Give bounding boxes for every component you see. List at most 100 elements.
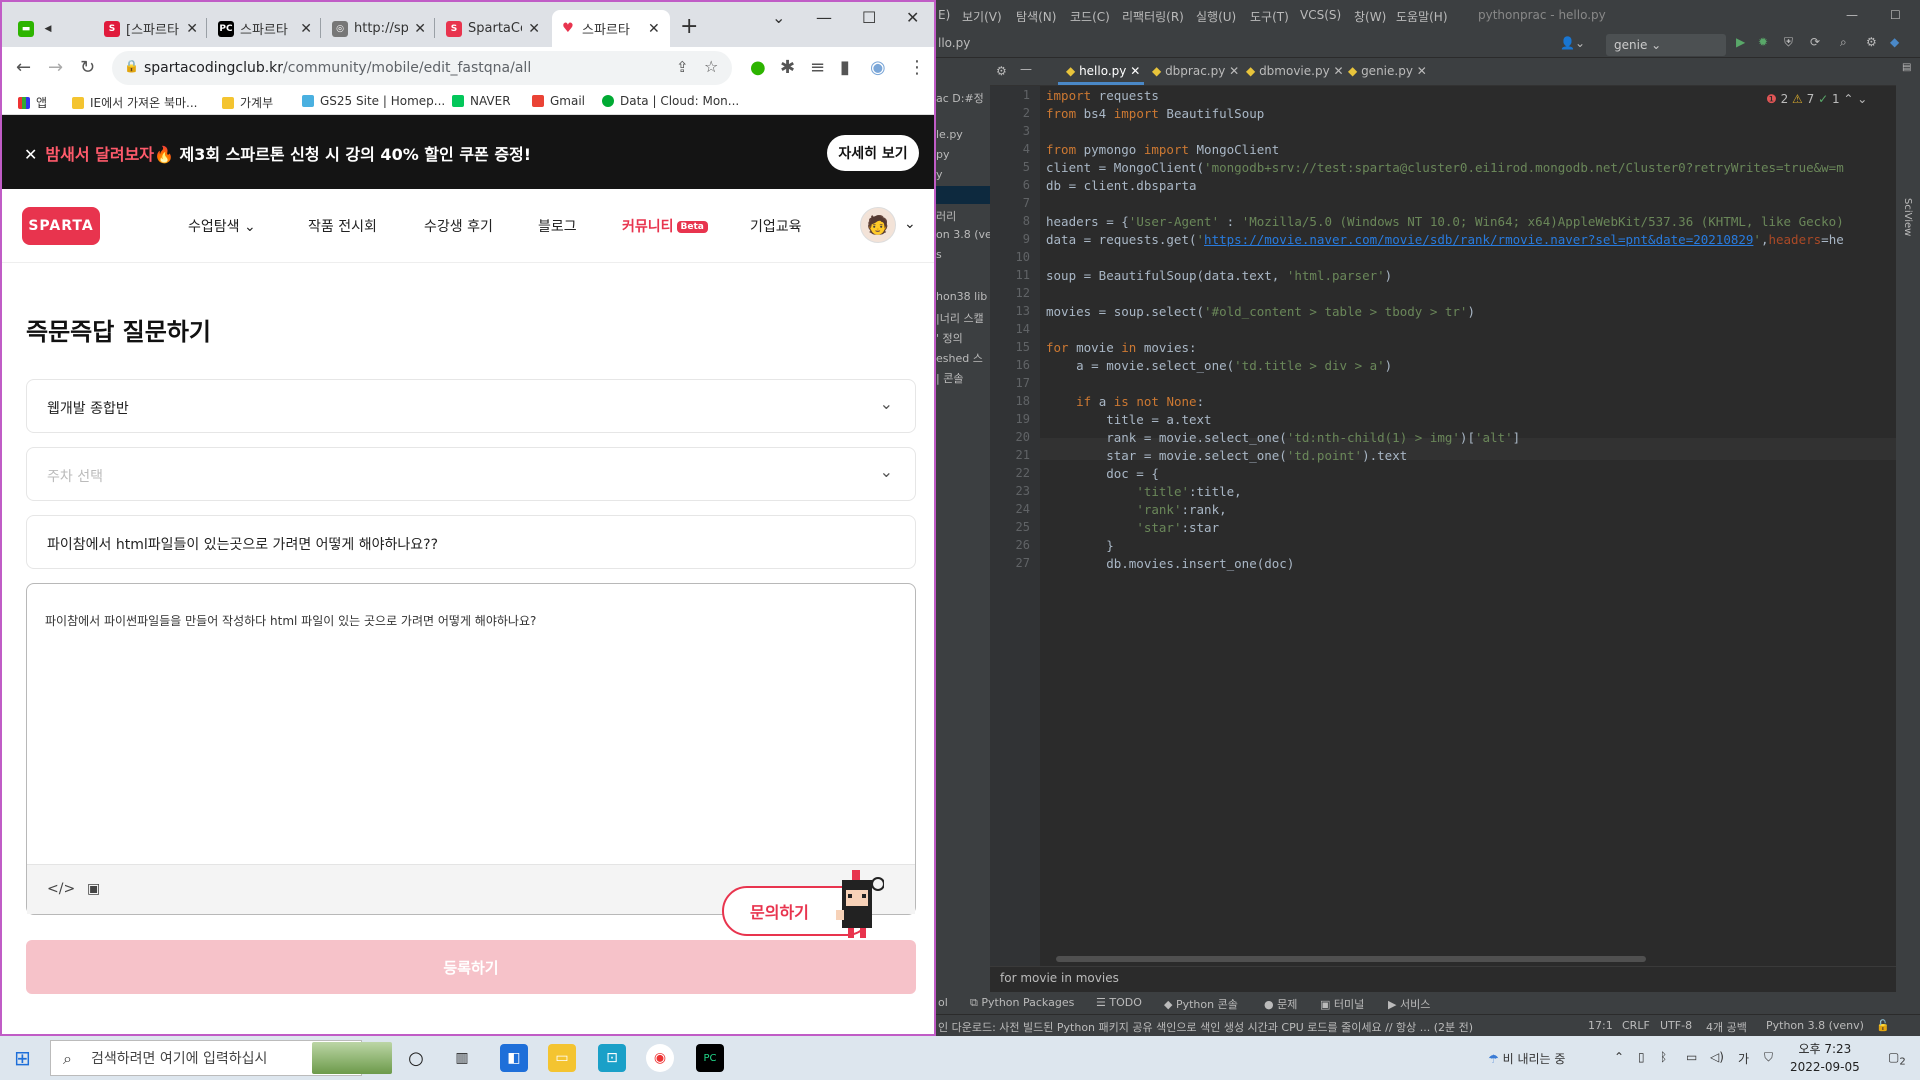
side-panel-icon[interactable]: ▮ bbox=[840, 57, 850, 78]
maximize-icon[interactable]: ☐ bbox=[862, 8, 876, 27]
menu-code[interactable]: 코드(C) bbox=[1070, 8, 1110, 25]
tab-1[interactable]: S [스파르타 ✕ bbox=[96, 10, 206, 47]
tab-3[interactable]: ◎ http://sp ✕ bbox=[324, 10, 434, 47]
run-config-select[interactable]: genie ⌄ bbox=[1606, 34, 1726, 56]
gear-icon[interactable]: ⚙ bbox=[996, 64, 1007, 78]
project-item[interactable]: 러리 bbox=[936, 208, 956, 224]
project-item[interactable]: | 콘솔 bbox=[936, 370, 963, 386]
reload-icon[interactable]: ↻ bbox=[80, 57, 95, 78]
nav-blog[interactable]: 블로그 bbox=[538, 216, 577, 236]
horizontal-scrollbar[interactable] bbox=[1056, 956, 1646, 962]
volume-icon[interactable]: ◁) bbox=[1710, 1050, 1724, 1064]
menu-prev[interactable]: E) bbox=[938, 8, 950, 22]
network-icon[interactable]: ▭ bbox=[1686, 1050, 1697, 1064]
project-item[interactable]: ac D:#정 bbox=[936, 90, 984, 106]
debug-icon[interactable]: ✹ bbox=[1758, 35, 1768, 49]
evernote-extension-icon[interactable]: ● bbox=[750, 57, 766, 78]
tab-dbmovie-py[interactable]: ◆ dbmovie.py ✕ bbox=[1246, 64, 1344, 78]
code-line[interactable]: } bbox=[1046, 538, 1114, 553]
notification-center[interactable]: ▢2 bbox=[1888, 1050, 1906, 1067]
close-banner-icon[interactable]: ✕ bbox=[24, 145, 37, 164]
code-line[interactable]: doc = { bbox=[1046, 466, 1159, 481]
menu-run[interactable]: 실행(U) bbox=[1196, 8, 1236, 25]
code-line[interactable]: from bs4 import BeautifulSoup bbox=[1046, 106, 1264, 121]
bookmark-ie[interactable]: IE에서 가져온 북마... bbox=[72, 94, 197, 111]
close-icon[interactable]: ✕ bbox=[414, 21, 426, 37]
extensions-puzzle-icon[interactable]: ✱ bbox=[780, 57, 795, 78]
chrome-icon[interactable]: ◉ bbox=[646, 1044, 674, 1072]
code-line[interactable]: rank = movie.select_one('td:nth-child(1)… bbox=[1046, 430, 1520, 445]
reading-list-icon[interactable]: ≡ bbox=[810, 57, 825, 78]
menu-view[interactable]: 보기(V) bbox=[962, 8, 1002, 25]
store-icon[interactable]: ◧ bbox=[500, 1044, 528, 1072]
ime-indicator[interactable]: 가 bbox=[1738, 1050, 1749, 1067]
indent-setting[interactable]: 4개 공백 bbox=[1706, 1019, 1747, 1035]
notifications-icon[interactable]: ▤ bbox=[1902, 62, 1911, 73]
menu-tools[interactable]: 도구(T) bbox=[1250, 8, 1289, 25]
profile-icon[interactable]: ⟳ bbox=[1810, 35, 1820, 49]
nav-reviews[interactable]: 수강생 후기 bbox=[424, 216, 493, 236]
sparta-logo[interactable]: SPARTA bbox=[22, 207, 100, 245]
file-encoding[interactable]: UTF-8 bbox=[1660, 1019, 1692, 1032]
code-line[interactable]: soup = BeautifulSoup(data.text, 'html.pa… bbox=[1046, 268, 1392, 283]
collapse-icon[interactable]: — bbox=[1020, 62, 1032, 76]
project-item[interactable]: |너리 스캘 bbox=[936, 310, 984, 326]
profile-avatar-icon[interactable]: ◉ bbox=[870, 57, 886, 78]
user-icon[interactable]: 👤⌄ bbox=[1560, 36, 1585, 50]
code-line[interactable]: star = movie.select_one('td.point').text bbox=[1046, 448, 1407, 463]
tool-todo[interactable]: ☰ TODO bbox=[1096, 996, 1142, 1009]
project-item[interactable]: ' 정의 bbox=[936, 330, 963, 346]
code-line[interactable]: client = MongoClient('mongodb+srv://test… bbox=[1046, 160, 1844, 175]
project-item[interactable]: le.py bbox=[936, 128, 963, 141]
menu-kebab-icon[interactable]: ⋮ bbox=[908, 57, 926, 78]
project-item[interactable]: hon38 lib bbox=[936, 290, 987, 303]
windows-start-icon[interactable]: ⊞ bbox=[14, 1046, 31, 1070]
task-view-icon[interactable]: ▥ bbox=[448, 1044, 476, 1072]
code-line[interactable]: 'star':star bbox=[1046, 520, 1219, 535]
gear-icon[interactable]: ⚙ bbox=[1866, 35, 1877, 49]
question-body-editor[interactable]: 파이참에서 파이썬파일들을 만들어 작성하다 html 파일이 있는 곳으로 가… bbox=[26, 583, 916, 915]
mascot-character-icon[interactable] bbox=[832, 870, 884, 938]
banner-detail-button[interactable]: 자세히 보기 bbox=[827, 135, 919, 171]
address-bar[interactable]: 🔒 spartacodingclub.kr/community/mobile/e… bbox=[112, 51, 732, 85]
code-line[interactable]: db.movies.insert_one(doc) bbox=[1046, 556, 1294, 571]
code-line[interactable]: from pymongo import MongoClient bbox=[1046, 142, 1279, 157]
code-line[interactable]: a = movie.select_one('td.title > div > a… bbox=[1046, 358, 1392, 373]
code-line[interactable]: import requests bbox=[1046, 88, 1159, 103]
bookmark-budget[interactable]: 가계부 bbox=[222, 94, 273, 111]
tab-genie-py[interactable]: ◆ genie.py ✕ bbox=[1348, 64, 1427, 78]
close-icon[interactable]: ✕ bbox=[528, 21, 540, 37]
tool-services[interactable]: ▶ 서비스 bbox=[1388, 996, 1430, 1012]
maximize-icon[interactable]: ☐ bbox=[1890, 8, 1901, 22]
app-icon[interactable]: ⊡ bbox=[598, 1044, 626, 1072]
project-item[interactable]: y bbox=[936, 168, 943, 181]
bookmark-gmail[interactable]: Gmail bbox=[532, 94, 585, 108]
minimize-icon[interactable]: — bbox=[1846, 8, 1858, 22]
bookmark-gs25[interactable]: GS25 Site | Homep... bbox=[302, 94, 445, 108]
minimize-icon[interactable]: — bbox=[816, 8, 832, 27]
tab-4[interactable]: S SpartaCo ✕ bbox=[438, 10, 548, 47]
menu-vcs[interactable]: VCS(S) bbox=[1300, 8, 1341, 22]
code-line[interactable]: data = requests.get('https://movie.naver… bbox=[1046, 232, 1844, 247]
pycharm-icon[interactable]: PC bbox=[696, 1044, 724, 1072]
tab-hello-py[interactable]: ◆ hello.py ✕ bbox=[1057, 64, 1145, 85]
bookmark-naver[interactable]: NAVER bbox=[452, 94, 511, 108]
bluetooth-icon[interactable]: ᛒ bbox=[1660, 1050, 1667, 1064]
sciview-tool[interactable]: SciView bbox=[1902, 198, 1913, 236]
lock-icon[interactable]: 🔓 bbox=[1876, 1019, 1890, 1032]
code-line[interactable]: if a is not None: bbox=[1046, 394, 1204, 409]
submit-button[interactable]: 등록하기 bbox=[26, 940, 916, 994]
image-upload-icon[interactable]: ▣ bbox=[87, 881, 100, 897]
question-title-input[interactable]: 파이참에서 html파일들이 있는곳으로 가려면 어떻게 해야하나요?? bbox=[26, 515, 916, 569]
share-icon[interactable]: ⇪ bbox=[676, 58, 689, 76]
close-icon[interactable]: ✕ bbox=[300, 21, 312, 37]
cortana-icon[interactable]: ○ bbox=[402, 1044, 430, 1072]
bookmark-apps[interactable]: 앱 bbox=[18, 94, 47, 111]
weather-widget[interactable]: ☂ 비 내리는 중 bbox=[1488, 1050, 1565, 1067]
close-window-icon[interactable]: ✕ bbox=[906, 8, 919, 27]
code-line[interactable]: 'title':title, bbox=[1046, 484, 1241, 499]
forward-arrow-icon[interactable]: → bbox=[48, 57, 63, 78]
project-item[interactable]: eshed 스 bbox=[936, 350, 983, 366]
run-icon[interactable]: ▶ bbox=[1736, 35, 1745, 49]
bookmark-data-cloud[interactable]: Data | Cloud: Mon... bbox=[602, 94, 739, 108]
